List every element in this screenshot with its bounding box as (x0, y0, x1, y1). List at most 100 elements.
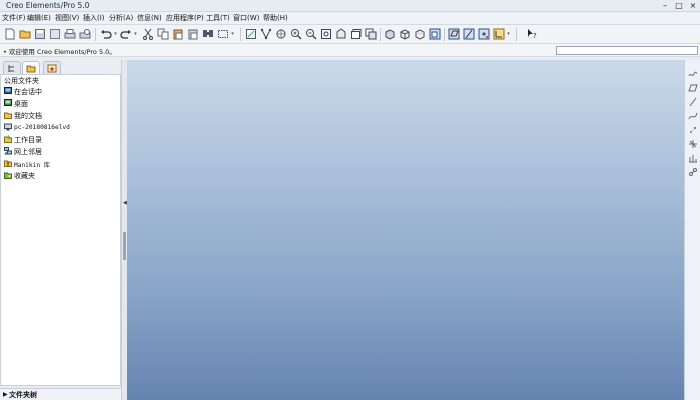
my-documents-icon (4, 111, 12, 119)
folder-browser-tab[interactable] (22, 61, 40, 75)
wireframe-icon[interactable] (399, 28, 411, 40)
redo-dropdown-icon[interactable]: ▾ (133, 30, 138, 38)
datum-plane-icon[interactable] (688, 83, 698, 93)
folder-tree-label: 文件夹树 (9, 391, 37, 399)
print-icon[interactable] (64, 28, 76, 40)
hidden-line-icon[interactable] (414, 28, 426, 40)
menu-edit[interactable]: 编辑(E) (27, 13, 51, 24)
datum-toolbar (684, 60, 700, 400)
select-box-icon[interactable] (217, 28, 229, 40)
toolbar-separator (95, 28, 96, 41)
sketch-datum-icon[interactable] (688, 69, 698, 79)
message-area: • 欢迎使用 Creo Elements/Pro 5.0。 (0, 44, 700, 57)
new-file-icon[interactable] (4, 28, 16, 40)
find-icon[interactable] (202, 28, 214, 40)
select-dropdown-icon[interactable]: ▾ (230, 30, 235, 38)
status-message: • 欢迎使用 Creo Elements/Pro 5.0。 (3, 48, 116, 56)
datum-axes-icon[interactable] (463, 28, 475, 40)
common-folders-header: 公用文件夹 (4, 77, 39, 85)
menu-applications[interactable]: 应用程序(P) (166, 13, 204, 24)
copy-icon[interactable] (157, 28, 169, 40)
nav-item-label: 工作目录 (14, 136, 42, 144)
nav-item-label: pc-20180816elvd (14, 124, 70, 131)
menu-insert[interactable]: 插入(I) (83, 13, 105, 24)
toolbar-separator (444, 28, 445, 41)
datum-curve-icon[interactable] (688, 111, 698, 121)
datum-csys-icon[interactable] (688, 167, 698, 177)
toolbar-separator (516, 28, 517, 41)
menu-bar: 文件(F) 编辑(E) 视图(V) 插入(I) 分析(A) 信息(N) 应用程序… (0, 12, 700, 25)
window-title: Creo Elements/Pro 5.0 (6, 1, 90, 10)
print-preview-icon[interactable] (79, 28, 91, 40)
datum-axis-icon[interactable] (688, 97, 698, 107)
datum-point-icon[interactable] (688, 125, 698, 135)
reorient-icon[interactable] (335, 28, 347, 40)
menu-window[interactable]: 窗口(W) (233, 13, 259, 24)
graphics-window[interactable] (127, 60, 684, 400)
menu-analysis[interactable]: 分析(A) (109, 13, 133, 24)
zoom-in-icon[interactable] (290, 28, 302, 40)
menu-help[interactable]: 帮助(H) (263, 13, 288, 24)
navigator-tabs (0, 60, 124, 75)
no-hidden-icon[interactable] (429, 28, 441, 40)
cut-icon[interactable] (142, 28, 154, 40)
nav-item-label: 我的文档 (14, 112, 42, 120)
datum-dropdown-icon[interactable]: ▾ (506, 30, 511, 38)
datum-planes-icon[interactable] (448, 28, 460, 40)
network-icon (4, 147, 12, 155)
save-icon[interactable] (34, 28, 46, 40)
nav-item-label: Manikin 库 (14, 162, 50, 169)
in-session-icon (4, 87, 12, 95)
saved-views-icon[interactable] (350, 28, 362, 40)
svg-text:?: ? (533, 32, 537, 40)
folder-browser-icon (26, 65, 36, 73)
regenerate-icon[interactable] (245, 28, 257, 40)
paste-special-icon[interactable] (187, 28, 199, 40)
save-copy-icon[interactable] (49, 28, 61, 40)
favorites-folder-icon (4, 171, 12, 179)
splitter-handle[interactable] (123, 232, 126, 260)
favorites-icon (47, 64, 57, 73)
main-toolbar: ▾ ▾ ▾ ▾ ? (0, 25, 700, 44)
shading-icon[interactable] (384, 28, 396, 40)
maximize-button[interactable]: □ (674, 1, 684, 10)
folder-tree-toggle[interactable]: ▶ 文件夹树 (0, 388, 121, 400)
layers-icon[interactable] (365, 28, 377, 40)
paste-icon[interactable] (172, 28, 184, 40)
minimize-button[interactable]: – (660, 1, 670, 10)
favorites-tab[interactable] (43, 61, 61, 74)
folder-navigator: 公用文件夹 在会话中 桌面 我的文档 pc-20180816elvd 工作目录 … (0, 74, 121, 386)
command-search-input[interactable] (556, 46, 698, 55)
nav-item-label: 桌面 (14, 100, 28, 108)
undo-dropdown-icon[interactable]: ▾ (113, 30, 118, 38)
refit-icon[interactable] (320, 28, 332, 40)
toolbar-separator (380, 28, 381, 41)
working-directory-icon (4, 135, 12, 143)
nav-item-label: 网上邻居 (14, 148, 42, 156)
orient-icon[interactable] (260, 28, 272, 40)
toolbar-separator (240, 28, 241, 41)
redo-icon[interactable] (120, 28, 132, 40)
datum-analysis-icon[interactable] (688, 153, 698, 163)
manikin-library-icon (4, 159, 12, 167)
datum-points-icon[interactable] (478, 28, 490, 40)
datum-coord-icon[interactable] (688, 139, 698, 149)
menu-view[interactable]: 视图(V) (55, 13, 79, 24)
coordinate-systems-icon[interactable] (493, 28, 505, 40)
menu-info[interactable]: 信息(N) (137, 13, 162, 24)
whats-this-icon[interactable]: ? (526, 28, 538, 40)
model-tree-tab[interactable] (3, 61, 21, 74)
menu-file[interactable]: 文件(F) (2, 13, 26, 24)
close-button[interactable]: × (688, 1, 698, 10)
computer-icon (4, 123, 12, 131)
title-bar: Creo Elements/Pro 5.0 – □ × (0, 0, 700, 12)
undo-icon[interactable] (100, 28, 112, 40)
model-tree-icon (8, 65, 14, 72)
spin-icon[interactable] (275, 28, 287, 40)
zoom-out-icon[interactable] (305, 28, 317, 40)
nav-item-label: 收藏夹 (14, 172, 35, 180)
desktop-icon (4, 99, 12, 107)
open-folder-icon[interactable] (19, 28, 31, 40)
menu-tools[interactable]: 工具(T) (206, 13, 230, 24)
expand-arrow-icon: ▶ (3, 391, 8, 398)
